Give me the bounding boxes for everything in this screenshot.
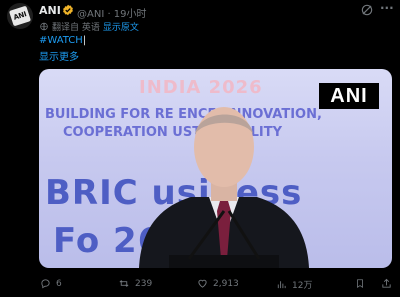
bookmark-button[interactable] — [355, 278, 370, 289]
speaker-figure — [139, 107, 309, 268]
retweet-button[interactable]: 239 — [118, 278, 152, 289]
retweet-count: 239 — [135, 278, 153, 289]
bookmark-icon — [357, 279, 363, 289]
translated-from-label: 翻译自 英语 — [52, 23, 100, 33]
share-button[interactable] — [381, 278, 397, 289]
heart-icon — [198, 279, 207, 288]
reply-button[interactable]: 6 — [40, 278, 62, 289]
show-original-link[interactable]: 显示原文 — [103, 23, 139, 33]
like-button[interactable]: 2,913 — [197, 278, 239, 289]
grok-icon[interactable] — [360, 3, 374, 17]
analytics-icon — [277, 281, 286, 289]
like-count: 2,913 — [213, 278, 239, 289]
views-button[interactable]: 12万 — [276, 278, 312, 291]
verified-badge-icon — [63, 4, 73, 16]
reply-count: 6 — [56, 278, 62, 289]
ani-avatar-logo: ANI — [8, 5, 32, 27]
ani-logo: ANI — [319, 83, 379, 109]
hashtag-watch[interactable]: #WATCH — [39, 35, 83, 46]
globe-icon — [40, 22, 48, 31]
retweet-icon — [119, 280, 129, 287]
handle-and-time[interactable]: @ANI · 19小时 — [77, 5, 147, 20]
tweet-text: #WATCH| — [39, 35, 86, 46]
share-icon — [382, 278, 391, 288]
author-name[interactable]: ANI — [39, 4, 61, 17]
translation-notice: 翻译自 英语 显示原文 — [39, 20, 139, 33]
reply-icon — [41, 279, 50, 289]
show-more-link[interactable]: 显示更多 — [39, 48, 79, 63]
avatar[interactable]: ANI — [7, 3, 33, 29]
video-media[interactable]: INDIA 2026 BUILDING FOR RE ENCE, INNOVAT… — [39, 69, 392, 268]
text-cursor: | — [82, 35, 87, 46]
view-count: 12万 — [292, 281, 313, 291]
more-options-button[interactable]: ··· — [380, 1, 394, 15]
